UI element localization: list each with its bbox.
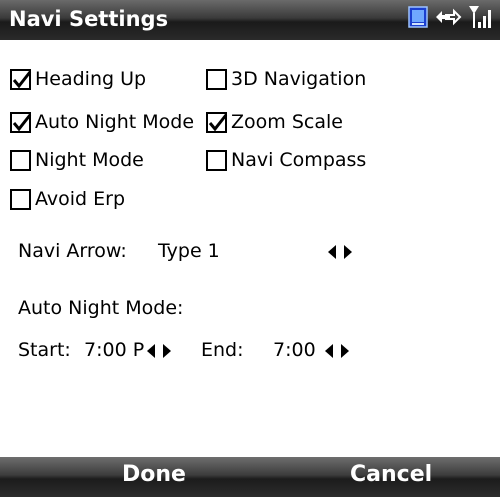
night-mode-checkbox[interactable]: Night Mode	[10, 147, 144, 173]
connectivity-icon[interactable]	[434, 5, 462, 33]
auto-night-mode-label: Auto Night Mode	[35, 111, 195, 133]
arrow-right-icon[interactable]	[344, 245, 352, 259]
navi-arrow-spinner[interactable]	[328, 245, 352, 259]
3d-navigation-label: 3D Navigation	[231, 68, 367, 90]
start-time-spinner[interactable]	[147, 344, 171, 358]
3d-navigation-checkbox[interactable]: 3D Navigation	[206, 66, 366, 92]
navi-arrow-value[interactable]: Type 1	[158, 240, 220, 262]
page-title: Navi Settings	[9, 7, 169, 31]
end-time-value[interactable]: 7:00	[273, 339, 316, 361]
done-button[interactable]: Done	[122, 462, 186, 487]
start-time-value[interactable]: 7:00 P	[84, 339, 144, 361]
arrow-right-icon[interactable]	[163, 344, 171, 358]
checkbox-checked-icon[interactable]	[10, 111, 32, 133]
avoid-erp-label: Avoid Erp	[35, 188, 126, 210]
zoom-scale-label: Zoom Scale	[231, 111, 343, 133]
softkey-bar: Done Cancel	[0, 457, 500, 497]
arrow-left-icon[interactable]	[328, 245, 336, 259]
end-time-spinner[interactable]	[325, 344, 349, 358]
navi-compass-label: Navi Compass	[231, 149, 367, 171]
checkbox-empty-icon[interactable]	[206, 68, 227, 90]
heading-up-checkbox[interactable]: Heading Up	[10, 66, 146, 92]
checkbox-checked-icon[interactable]	[206, 111, 228, 133]
signal-strength-icon[interactable]	[468, 4, 492, 34]
title-bar: Navi Settings	[0, 0, 500, 40]
night-mode-label: Night Mode	[35, 149, 144, 171]
navi-settings-screen: Navi Settings Heading Up 3D Navigation A…	[0, 0, 500, 497]
device-icon[interactable]	[408, 6, 428, 32]
arrow-left-icon[interactable]	[325, 344, 333, 358]
end-label: End:	[201, 339, 244, 361]
cancel-button[interactable]: Cancel	[350, 462, 432, 487]
navi-compass-checkbox[interactable]: Navi Compass	[206, 147, 366, 173]
arrow-left-icon[interactable]	[147, 344, 155, 358]
checkbox-empty-icon[interactable]	[10, 149, 31, 171]
auto-night-mode-checkbox[interactable]: Auto Night Mode	[10, 109, 194, 135]
start-label: Start:	[18, 339, 71, 361]
auto-night-mode-heading: Auto Night Mode:	[18, 297, 184, 319]
avoid-erp-checkbox[interactable]: Avoid Erp	[10, 186, 125, 212]
status-icons	[408, 6, 492, 32]
arrow-right-icon[interactable]	[341, 344, 349, 358]
navi-arrow-label: Navi Arrow:	[18, 240, 127, 262]
checkbox-empty-icon[interactable]	[206, 149, 227, 171]
checkbox-empty-icon[interactable]	[10, 188, 31, 210]
checkbox-checked-icon[interactable]	[10, 68, 32, 90]
heading-up-label: Heading Up	[35, 68, 147, 90]
zoom-scale-checkbox[interactable]: Zoom Scale	[206, 109, 343, 135]
